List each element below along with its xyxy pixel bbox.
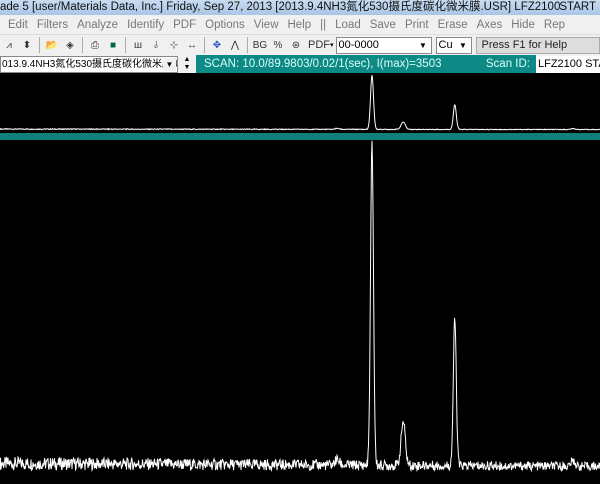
menu-item-5[interactable]: Options bbox=[205, 19, 245, 31]
pdf-label: PDF bbox=[308, 39, 330, 51]
menu-item-2[interactable]: Analyze bbox=[77, 19, 118, 31]
scan-info-text: SCAN: 10.0/89.9803/0.02/1(sec), I(max)=3… bbox=[204, 58, 442, 70]
menu-item-7[interactable]: Help bbox=[288, 19, 312, 31]
menu-item-15[interactable]: Rep bbox=[544, 19, 565, 31]
peak-search-icon[interactable]: ⋀ bbox=[227, 37, 243, 53]
chevron-down-icon[interactable]: ▼ bbox=[417, 39, 430, 52]
menu-item-0[interactable]: Edit bbox=[8, 19, 28, 31]
bg-icon[interactable]: BG bbox=[252, 37, 268, 53]
file-spinner[interactable]: ▲ ▼ bbox=[181, 56, 193, 73]
menu-item-4[interactable]: PDF bbox=[173, 19, 196, 31]
ratio-icon[interactable]: % bbox=[270, 37, 286, 53]
scan-row: 013.9.4NH3氮化530摄氏度碳化微米膜.U ▼ ▲ ▼ SCAN: 10.0… bbox=[0, 55, 600, 73]
element-select[interactable]: Cu ▼ bbox=[435, 36, 472, 54]
pdf-value: 00-0000 bbox=[338, 38, 379, 51]
zoom-in-icon[interactable]: ⊹ bbox=[166, 37, 182, 53]
chevron-down-icon[interactable]: ▼ bbox=[163, 57, 176, 71]
fit-icon[interactable]: ⫰ bbox=[148, 37, 164, 53]
menu-bar: Edit Filters Analyze Identify PDF Options View… bbox=[0, 15, 600, 34]
start-label: START bbox=[559, 1, 596, 13]
menu-item-8[interactable]: || bbox=[320, 19, 326, 31]
print-icon[interactable]: ⎙ bbox=[87, 37, 103, 53]
open-folder-icon[interactable]: 📂 bbox=[44, 37, 60, 53]
pattern-icon[interactable]: ⩘ bbox=[1, 37, 17, 53]
overview-plot[interactable] bbox=[0, 73, 600, 133]
move-icon[interactable]: ✥ bbox=[209, 37, 225, 53]
save-icon[interactable]: ■ bbox=[105, 37, 121, 53]
xrd-trace bbox=[0, 75, 600, 131]
file-name: 013.9.4NH3氮化530摄氏度碳化微米膜.U bbox=[2, 58, 178, 70]
zoom-out-icon[interactable]: ↔ bbox=[184, 37, 200, 53]
eraser-icon[interactable]: ◈ bbox=[62, 37, 78, 53]
menu-item-11[interactable]: Print bbox=[405, 19, 429, 31]
menu-item-13[interactable]: Axes bbox=[477, 19, 503, 31]
globe-icon[interactable]: ⊛ bbox=[288, 37, 304, 53]
up-down-icon[interactable]: ⬍ bbox=[19, 37, 35, 53]
menu-item-12[interactable]: Erase bbox=[438, 19, 468, 31]
window-title: ade 5 [user/Materials Data, Inc.] Friday… bbox=[0, 1, 561, 13]
scan-id-value: LFZ2100 STA bbox=[536, 55, 600, 73]
toolbar-separator bbox=[247, 37, 248, 53]
scan-id-label: Scan ID: bbox=[485, 58, 530, 70]
title-bar: ade 5 [user/Materials Data, Inc.] Friday… bbox=[0, 0, 600, 15]
help-status: Press F1 for Help bbox=[475, 36, 600, 54]
menu-item-1[interactable]: Filters bbox=[37, 19, 68, 31]
plot-divider[interactable] bbox=[0, 133, 600, 140]
file-select[interactable]: 013.9.4NH3氮化530摄氏度碳化微米膜.U ▼ bbox=[0, 55, 178, 73]
menu-item-14[interactable]: Hide bbox=[511, 19, 535, 31]
peak-icon[interactable]: ш bbox=[130, 37, 146, 53]
menu-item-9[interactable]: Load bbox=[335, 19, 361, 31]
xrd-trace bbox=[0, 140, 600, 473]
toolbar: ⩘ ⬍ 📂 ◈ ⎙ ■ ш ⫰ ⊹ ↔ ✥ ⋀ BG% ⊛ PDF ▾ 00-0000 ▼ Cu ▼ Press… bbox=[0, 34, 600, 55]
menu-item-3[interactable]: Identify bbox=[127, 19, 164, 31]
toolbar-separator bbox=[125, 37, 126, 53]
pdf-dropdown-arrow[interactable]: ▾ bbox=[330, 41, 334, 49]
toolbar-separator bbox=[39, 37, 40, 53]
element-value: Cu bbox=[438, 38, 453, 51]
pdf-select[interactable]: 00-0000 ▼ bbox=[335, 36, 432, 54]
menu-item-10[interactable]: Save bbox=[370, 19, 396, 31]
chevron-down-icon[interactable]: ▼ bbox=[457, 39, 470, 52]
scan-info: SCAN: 10.0/89.9803/0.02/1(sec), I(max)=3… bbox=[196, 55, 536, 73]
toolbar-separator bbox=[82, 37, 83, 53]
menu-item-6[interactable]: View bbox=[254, 19, 279, 31]
main-plot[interactable] bbox=[0, 140, 600, 484]
toolbar-separator bbox=[204, 37, 205, 53]
